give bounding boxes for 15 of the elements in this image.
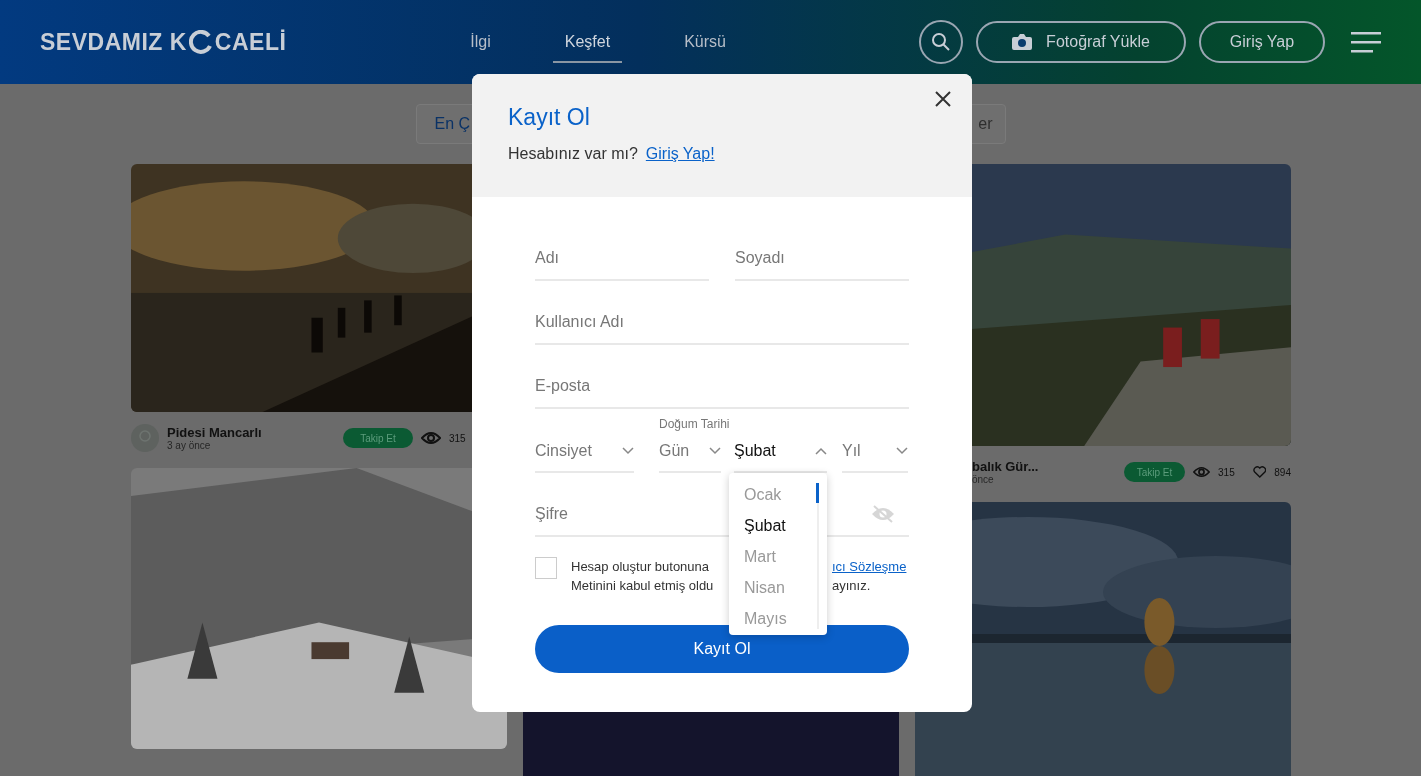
view-count: 315 (449, 432, 466, 444)
logo-text: CAELİ (214, 28, 287, 56)
post-time: 3 ay önce (167, 440, 212, 451)
post-time: önce (972, 474, 995, 485)
like-count: 894 (1274, 466, 1291, 478)
logo-text: SEVDAMIZ K (40, 28, 187, 56)
consent-text: ayınız. (832, 577, 872, 595)
field-label: Doğum Tarihi (659, 417, 731, 431)
view-count: 315 (1218, 466, 1235, 478)
dialog-title: Kayıt Ol (508, 104, 591, 131)
consent-text: Hesap oluştur butonuna (571, 558, 711, 576)
author-name: Pidesi Mancarlı (167, 425, 263, 440)
consent-text: Metinini kabul etmiş oldu (571, 577, 715, 595)
author-name: balık Gür... (972, 459, 1040, 474)
login-prompt: Hesabınız var mı? (508, 145, 638, 163)
